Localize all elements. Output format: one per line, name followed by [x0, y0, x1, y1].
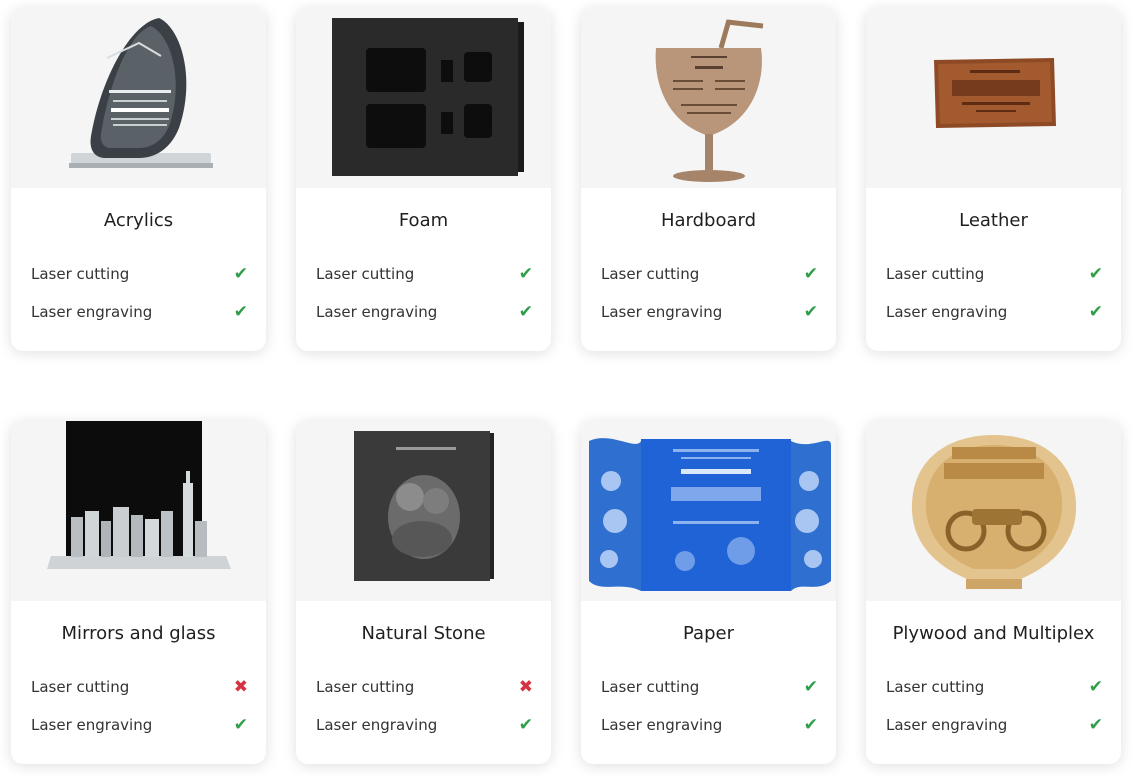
- material-title: Plywood and Multiplex: [892, 623, 1095, 644]
- material-title: Mirrors and glass: [61, 623, 216, 644]
- material-image-leather: [866, 8, 1121, 188]
- material-title: Foam: [398, 210, 449, 231]
- check-icon: ✔: [1088, 715, 1103, 735]
- material-card-hardboard[interactable]: Hardboard Laser cutting ✔ Laser engravin…: [581, 8, 836, 351]
- feature-laser-cutting: Laser cutting ✔: [886, 262, 1103, 286]
- feature-laser-engraving: Laser engraving ✔: [316, 713, 533, 737]
- feature-laser-engraving: Laser engraving ✔: [316, 300, 533, 324]
- feature-label: Laser cutting: [31, 678, 130, 696]
- check-icon: ✔: [518, 715, 533, 735]
- feature-laser-cutting: Laser cutting ✔: [316, 262, 533, 286]
- feature-laser-engraving: Laser engraving ✔: [31, 300, 248, 324]
- feature-label: Laser engraving: [886, 716, 1008, 734]
- feature-laser-cutting: Laser cutting ✖: [31, 675, 248, 699]
- feature-label: Laser cutting: [601, 265, 700, 283]
- material-card-foam[interactable]: Foam Laser cutting ✔ Laser engraving ✔: [296, 8, 551, 351]
- material-image-foam: [296, 8, 551, 188]
- material-title: Hardboard: [660, 210, 757, 231]
- feature-label: Laser engraving: [31, 303, 153, 321]
- check-icon: ✔: [518, 302, 533, 322]
- check-icon: ✔: [518, 264, 533, 284]
- material-card-leather[interactable]: Leather Laser cutting ✔ Laser engraving …: [866, 8, 1121, 351]
- material-title: Natural Stone: [361, 623, 486, 644]
- materials-grid: Acrylics Laser cutting ✔ Laser engraving…: [0, 0, 1135, 776]
- feature-laser-engraving: Laser engraving ✔: [601, 300, 818, 324]
- feature-label: Laser cutting: [31, 265, 130, 283]
- feature-laser-cutting: Laser cutting ✖: [316, 675, 533, 699]
- feature-label: Laser cutting: [316, 265, 415, 283]
- material-image-hardboard: [581, 8, 836, 188]
- cross-icon: ✖: [518, 677, 533, 697]
- feature-label: Laser engraving: [316, 716, 438, 734]
- feature-label: Laser cutting: [886, 678, 985, 696]
- check-icon: ✔: [233, 264, 248, 284]
- check-icon: ✔: [803, 264, 818, 284]
- check-icon: ✔: [803, 302, 818, 322]
- feature-label: Laser engraving: [601, 716, 723, 734]
- check-icon: ✔: [233, 302, 248, 322]
- feature-laser-engraving: Laser engraving ✔: [886, 713, 1103, 737]
- material-card-plywood-and-multiplex[interactable]: Plywood and Multiplex Laser cutting ✔ La…: [866, 421, 1121, 764]
- feature-laser-cutting: Laser cutting ✔: [31, 262, 248, 286]
- feature-label: Laser engraving: [601, 303, 723, 321]
- feature-laser-engraving: Laser engraving ✔: [601, 713, 818, 737]
- material-title: Acrylics: [103, 210, 174, 231]
- check-icon: ✔: [1088, 302, 1103, 322]
- feature-label: Laser cutting: [886, 265, 985, 283]
- feature-label: Laser engraving: [886, 303, 1008, 321]
- material-image-natural-stone: [296, 421, 551, 601]
- material-image-mirrors-and-glass: [11, 421, 266, 601]
- material-card-natural-stone[interactable]: Natural Stone Laser cutting ✖ Laser engr…: [296, 421, 551, 764]
- cross-icon: ✖: [233, 677, 248, 697]
- feature-laser-engraving: Laser engraving ✔: [31, 713, 248, 737]
- check-icon: ✔: [233, 715, 248, 735]
- feature-laser-cutting: Laser cutting ✔: [601, 262, 818, 286]
- check-icon: ✔: [803, 677, 818, 697]
- check-icon: ✔: [1088, 677, 1103, 697]
- feature-label: Laser cutting: [316, 678, 415, 696]
- feature-label: Laser engraving: [316, 303, 438, 321]
- material-title: Paper: [683, 623, 734, 644]
- material-image-plywood-and-multiplex: [866, 421, 1121, 601]
- feature-label: Laser cutting: [601, 678, 700, 696]
- feature-label: Laser engraving: [31, 716, 153, 734]
- material-card-paper[interactable]: Paper Laser cutting ✔ Laser engraving ✔: [581, 421, 836, 764]
- feature-laser-cutting: Laser cutting ✔: [601, 675, 818, 699]
- material-image-paper: [581, 421, 836, 601]
- check-icon: ✔: [803, 715, 818, 735]
- material-image-acrylics: [11, 8, 266, 188]
- feature-laser-engraving: Laser engraving ✔: [886, 300, 1103, 324]
- material-card-acrylics[interactable]: Acrylics Laser cutting ✔ Laser engraving…: [11, 8, 266, 351]
- check-icon: ✔: [1088, 264, 1103, 284]
- feature-laser-cutting: Laser cutting ✔: [886, 675, 1103, 699]
- material-title: Leather: [959, 210, 1028, 231]
- material-card-mirrors-and-glass[interactable]: Mirrors and glass Laser cutting ✖ Laser …: [11, 421, 266, 764]
